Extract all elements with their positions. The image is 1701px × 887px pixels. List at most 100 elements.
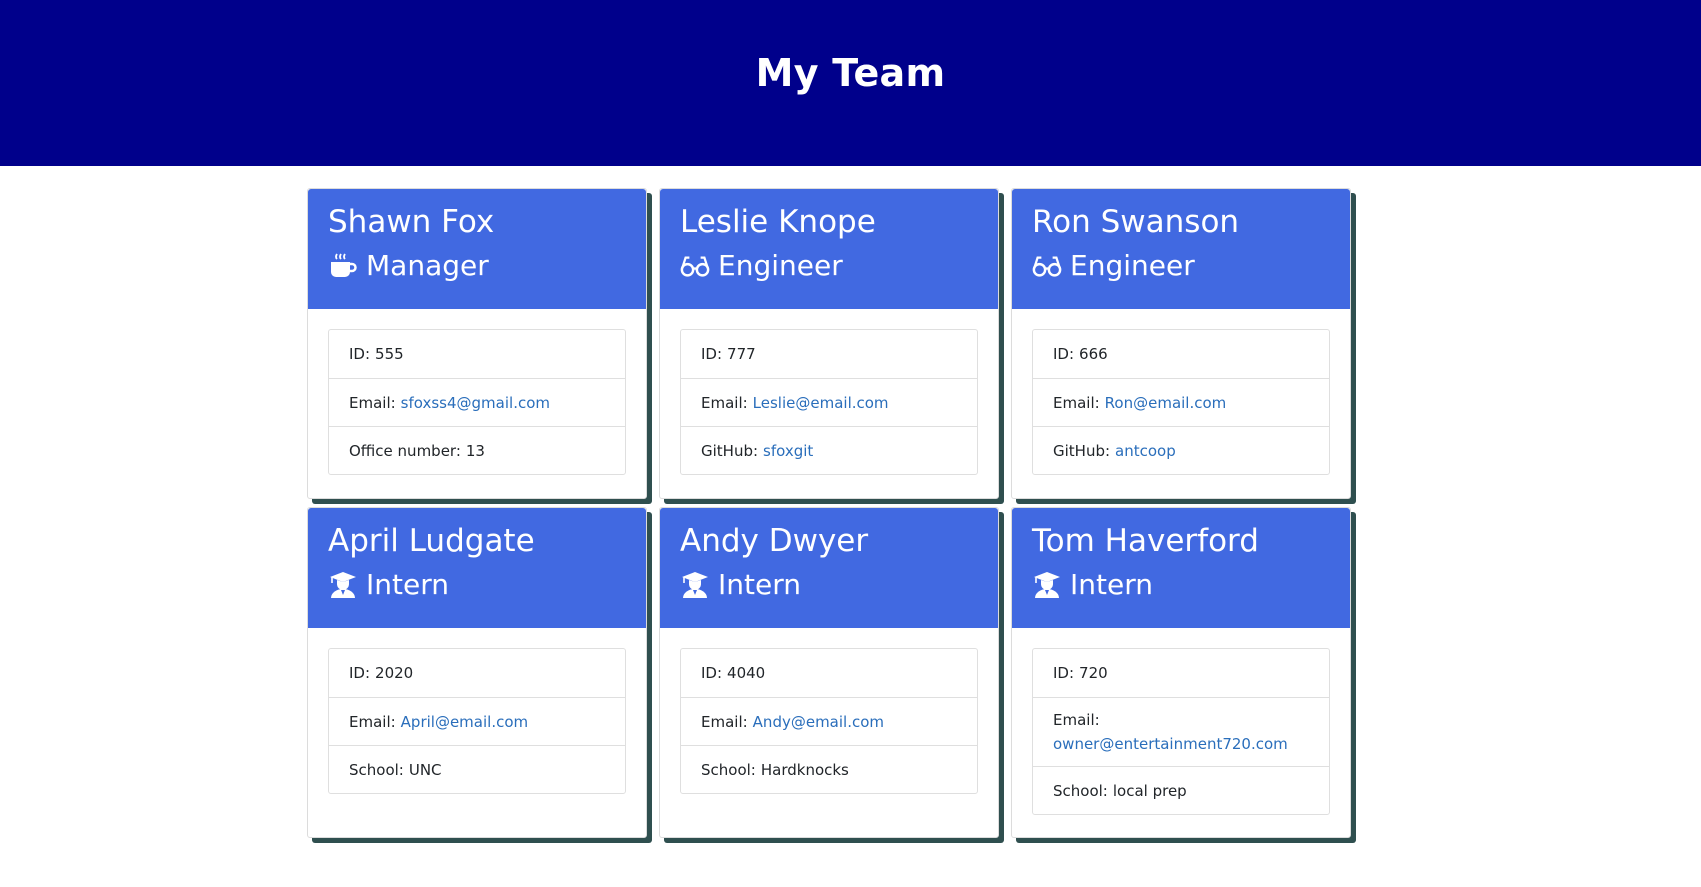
graduate-icon bbox=[328, 570, 358, 600]
card-header: Shawn Fox Manager bbox=[308, 189, 646, 309]
id-value: 2020 bbox=[375, 664, 414, 682]
office-value: 13 bbox=[465, 441, 485, 460]
card-body: ID: 2020 Email: April@email.com School: … bbox=[308, 628, 646, 816]
github-link[interactable]: antcoop bbox=[1115, 439, 1176, 463]
id-row: ID: 720 bbox=[1033, 649, 1329, 697]
employee-name: April Ludgate bbox=[328, 523, 535, 559]
team-grid: Shawn Fox Manager ID: 555 Email: sfoxss4… bbox=[307, 188, 1357, 838]
details-list: ID: 555 Email: sfoxss4@gmail.com Office … bbox=[328, 329, 626, 475]
id-value: 4040 bbox=[727, 664, 766, 682]
id-row: ID: 2020 bbox=[329, 649, 625, 697]
details-list: ID: 2020 Email: April@email.com School: … bbox=[328, 648, 626, 794]
github-row: GitHub: antcoop bbox=[1033, 426, 1329, 474]
school-value: UNC bbox=[408, 760, 442, 779]
email-row: Email: sfoxss4@gmail.com bbox=[329, 378, 625, 426]
employee-name: Leslie Knope bbox=[680, 204, 876, 240]
card-body: ID: 720 Email: owner@entertainment720.co… bbox=[1012, 628, 1350, 837]
graduate-icon bbox=[1032, 570, 1062, 600]
role-label: Intern bbox=[366, 568, 449, 601]
email-link[interactable]: Leslie@email.com bbox=[753, 391, 889, 415]
glasses-icon bbox=[1032, 251, 1062, 281]
office-row: Office number: 13 bbox=[329, 426, 625, 474]
card-body: ID: 666 Email: Ron@email.com GitHub: ant… bbox=[1012, 309, 1350, 497]
card-header: Andy Dwyer Intern bbox=[660, 508, 998, 628]
id-label: ID: bbox=[349, 345, 371, 363]
employee-name: Shawn Fox bbox=[328, 204, 495, 240]
school-value: Hardknocks bbox=[760, 760, 849, 779]
card-header: Leslie Knope Engineer bbox=[660, 189, 998, 309]
employee-card: Ron Swanson Engineer ID: 666 Email: Ron@… bbox=[1011, 188, 1351, 499]
page-title: My Team bbox=[755, 51, 946, 95]
id-value: 777 bbox=[727, 345, 756, 363]
employee-name: Andy Dwyer bbox=[680, 523, 869, 559]
email-row: Email: April@email.com bbox=[329, 697, 625, 745]
role-label: Intern bbox=[718, 568, 801, 601]
card-body: ID: 4040 Email: Andy@email.com School: H… bbox=[660, 628, 998, 816]
details-list: ID: 720 Email: owner@entertainment720.co… bbox=[1032, 648, 1330, 815]
page-banner: My Team bbox=[0, 0, 1701, 166]
school-value: local prep bbox=[1112, 781, 1187, 800]
card-header: Tom Haverford Intern bbox=[1012, 508, 1350, 628]
school-label: School: bbox=[349, 760, 404, 779]
id-label: ID: bbox=[701, 345, 723, 363]
employee-name: Ron Swanson bbox=[1032, 204, 1240, 240]
id-label: ID: bbox=[701, 664, 723, 682]
email-label: Email: bbox=[349, 712, 396, 731]
id-row: ID: 4040 bbox=[681, 649, 977, 697]
id-row: ID: 666 bbox=[1033, 330, 1329, 378]
employee-role: Manager bbox=[328, 249, 626, 283]
employee-role: Intern bbox=[1032, 568, 1330, 602]
employee-role: Engineer bbox=[1032, 249, 1330, 283]
id-row: ID: 555 bbox=[329, 330, 625, 378]
role-label: Engineer bbox=[718, 249, 843, 282]
details-list: ID: 4040 Email: Andy@email.com School: H… bbox=[680, 648, 978, 794]
details-list: ID: 777 Email: Leslie@email.com GitHub: … bbox=[680, 329, 978, 475]
glasses-icon bbox=[680, 251, 710, 281]
school-label: School: bbox=[701, 760, 756, 779]
school-row: School: Hardknocks bbox=[681, 745, 977, 793]
email-row: Email: Andy@email.com bbox=[681, 697, 977, 745]
employee-name: Tom Haverford bbox=[1032, 523, 1259, 559]
github-label: GitHub: bbox=[701, 441, 759, 460]
id-label: ID: bbox=[349, 664, 371, 682]
email-link[interactable]: owner@entertainment720.com bbox=[1053, 735, 1288, 753]
email-row: Email: Leslie@email.com bbox=[681, 378, 977, 426]
email-label: Email: bbox=[349, 393, 396, 412]
card-body: ID: 777 Email: Leslie@email.com GitHub: … bbox=[660, 309, 998, 497]
id-value: 720 bbox=[1079, 664, 1108, 682]
email-link[interactable]: April@email.com bbox=[401, 710, 528, 734]
employee-role: Intern bbox=[328, 568, 626, 602]
school-label: School: bbox=[1053, 781, 1108, 800]
details-list: ID: 666 Email: Ron@email.com GitHub: ant… bbox=[1032, 329, 1330, 475]
employee-role: Engineer bbox=[680, 249, 978, 283]
school-row: School: UNC bbox=[329, 745, 625, 793]
github-row: GitHub: sfoxgit bbox=[681, 426, 977, 474]
email-row: Email: owner@entertainment720.com bbox=[1033, 697, 1329, 766]
email-link[interactable]: Ron@email.com bbox=[1105, 391, 1227, 415]
email-label: Email: bbox=[1053, 393, 1100, 412]
id-row: ID: 777 bbox=[681, 330, 977, 378]
email-label: Email: bbox=[701, 393, 748, 412]
email-link[interactable]: sfoxss4@gmail.com bbox=[401, 391, 550, 415]
employee-card: Leslie Knope Engineer ID: 777 Email: Les… bbox=[659, 188, 999, 499]
employee-card: April Ludgate Intern ID: 2020 Email: Apr… bbox=[307, 507, 647, 838]
employee-card: Andy Dwyer Intern ID: 4040 Email: Andy@e… bbox=[659, 507, 999, 838]
id-value: 555 bbox=[375, 345, 404, 363]
id-label: ID: bbox=[1053, 664, 1075, 682]
github-label: GitHub: bbox=[1053, 441, 1111, 460]
employee-card: Tom Haverford Intern ID: 720 Email: owne… bbox=[1011, 507, 1351, 838]
email-row: Email: Ron@email.com bbox=[1033, 378, 1329, 426]
role-label: Manager bbox=[366, 249, 489, 282]
employee-card: Shawn Fox Manager ID: 555 Email: sfoxss4… bbox=[307, 188, 647, 499]
id-value: 666 bbox=[1079, 345, 1108, 363]
card-header: April Ludgate Intern bbox=[308, 508, 646, 628]
office-label: Office number: bbox=[349, 441, 461, 460]
github-link[interactable]: sfoxgit bbox=[763, 439, 813, 463]
id-label: ID: bbox=[1053, 345, 1075, 363]
email-link[interactable]: Andy@email.com bbox=[753, 710, 884, 734]
graduate-icon bbox=[680, 570, 710, 600]
card-body: ID: 555 Email: sfoxss4@gmail.com Office … bbox=[308, 309, 646, 497]
email-label: Email: bbox=[701, 712, 748, 731]
card-header: Ron Swanson Engineer bbox=[1012, 189, 1350, 309]
role-label: Engineer bbox=[1070, 249, 1195, 282]
